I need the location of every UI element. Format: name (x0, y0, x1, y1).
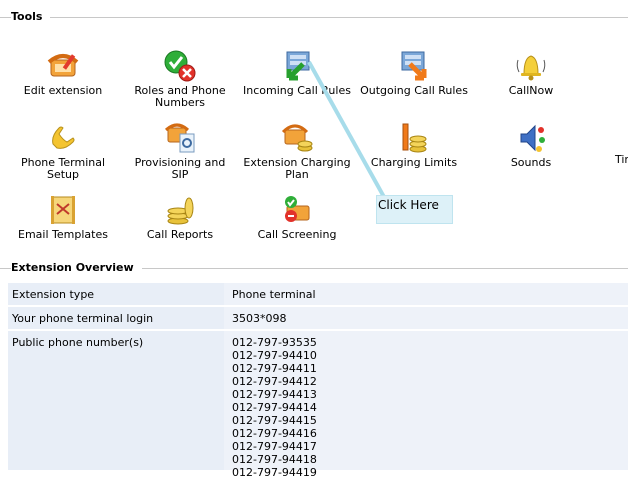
row-key: Public phone number(s) (8, 331, 218, 470)
phone-number: 012-797-94416 (232, 427, 317, 440)
phone-number: 012-797-94412 (232, 375, 317, 388)
tools-title: Tools (11, 10, 51, 23)
phone-number-list: 012-797-93535 012-797-94410 012-797-9441… (224, 331, 628, 479)
phone-number: 012-797-94419 (232, 466, 317, 479)
row-value: Phone terminal (224, 283, 628, 305)
phone-number: 012-797-94418 (232, 453, 317, 466)
overview-row: Extension type Phone terminal (8, 283, 628, 305)
click-here-callout: Click Here (376, 195, 453, 224)
overview-row: Public phone number(s) 012-797-93535 012… (8, 331, 628, 479)
row-value: 3503*098 (224, 307, 628, 329)
phone-number: 012-797-94410 (232, 349, 317, 362)
phone-number: 012-797-94411 (232, 362, 317, 375)
phone-number: 012-797-94413 (232, 388, 317, 401)
overview-title: Extension Overview (11, 261, 142, 274)
phone-number: 012-797-93535 (232, 336, 317, 349)
overview-section-header: Extension Overview (0, 261, 628, 275)
row-key: Extension type (8, 283, 218, 305)
phone-number: 012-797-94414 (232, 401, 317, 414)
overview-row: Your phone terminal login 3503*098 (8, 307, 628, 329)
phone-number: 012-797-94417 (232, 440, 317, 453)
phone-number: 012-797-94415 (232, 414, 317, 427)
row-key: Your phone terminal login (8, 307, 218, 329)
callout-text: Click Here (378, 198, 439, 212)
